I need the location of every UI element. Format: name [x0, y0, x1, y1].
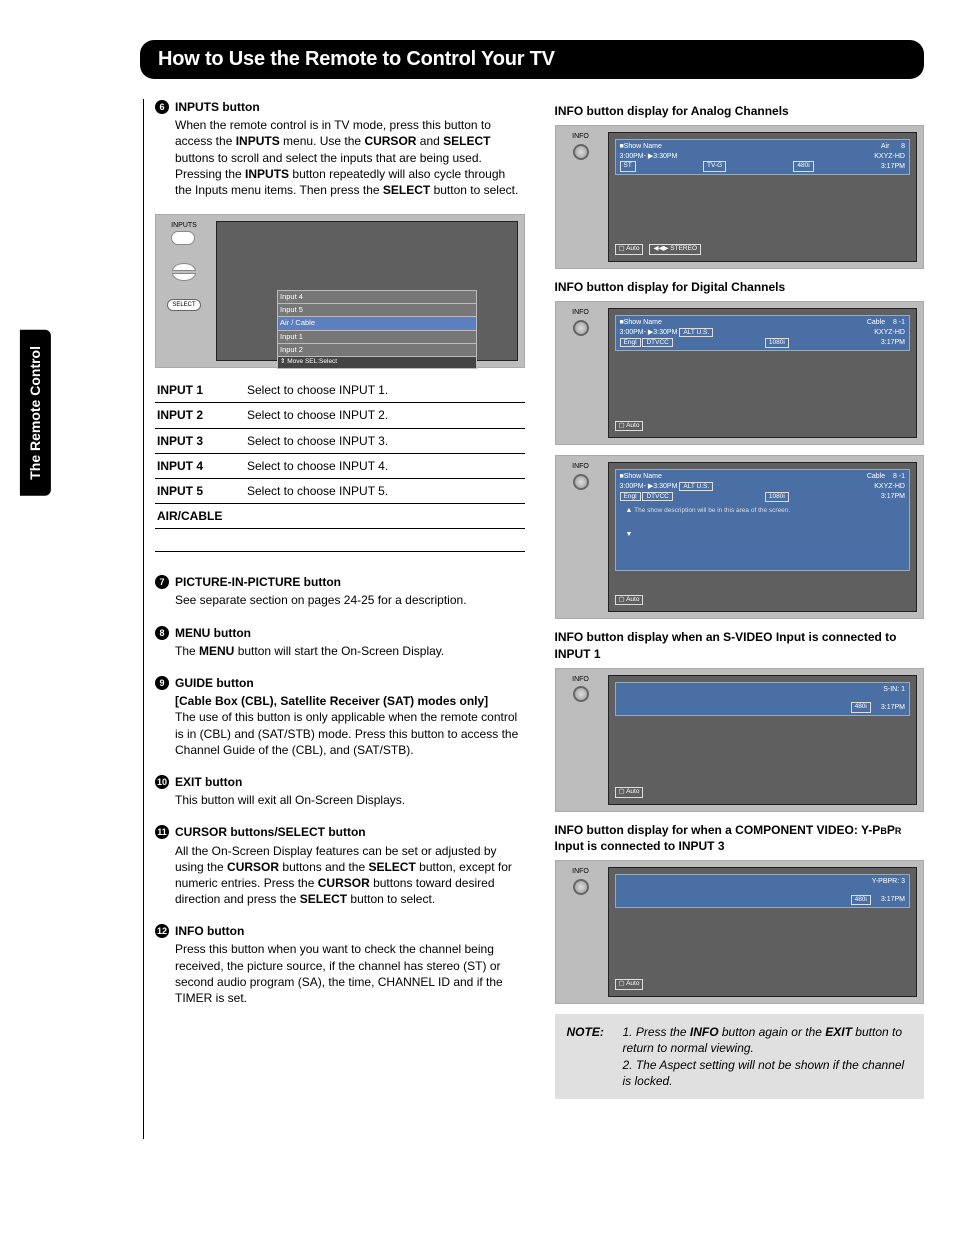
menu-head: MENU button — [175, 625, 251, 641]
pip-head: PICTURE-IN-PICTURE button — [175, 574, 341, 590]
bullet-6: 6 — [155, 100, 169, 114]
component-heading: INFO button display for when a COMPONENT… — [555, 822, 925, 854]
analog-info-diagram: INFO ■Show NameAir 8 3:00PM- ▶3:30PMKXYZ… — [555, 125, 925, 269]
inputs-head: INPUTS button — [175, 99, 260, 115]
page-title: How to Use the Remote to Control Your TV — [140, 40, 924, 79]
info-label: INFO — [562, 675, 600, 684]
bullet-8: 8 — [155, 626, 169, 640]
bullet-7: 7 — [155, 575, 169, 589]
table-row: INPUT 4Select to choose INPUT 4. — [155, 453, 525, 478]
digital-heading: INFO button display for Digital Channels — [555, 279, 925, 295]
info-button-icon — [573, 144, 589, 160]
table-row: INPUT 1Select to choose INPUT 1. — [155, 378, 525, 403]
digital-info-diagram-1: INFO ■Show NameCable 8 -1 3:00PM- ▶3:30P… — [555, 301, 925, 445]
table-row: INPUT 2Select to choose INPUT 2. — [155, 403, 525, 428]
inputs-remote-button — [171, 231, 195, 245]
info-label: INFO — [562, 308, 600, 317]
call-sign: KXYZ-HD — [874, 152, 905, 161]
cursor-head: CURSOR buttons/SELECT button — [175, 824, 366, 840]
inputs-osd-diagram: INPUTS SELECT Input 4 Input 5 Air / Cabl… — [155, 214, 525, 368]
side-tab: The Remote Control — [20, 330, 51, 496]
inputs-body: When the remote control is in TV mode, p… — [175, 117, 525, 198]
osd-item-selected: Air / Cable — [277, 316, 477, 329]
guide-body: The use of this button is only applicabl… — [175, 709, 525, 758]
note-1: 1. Press the INFO button again or the EX… — [623, 1024, 913, 1056]
note-label: NOTE: — [567, 1024, 623, 1089]
down-arrow-icon — [172, 273, 196, 281]
osd-item: Input 5 — [277, 303, 477, 316]
table-row: INPUT 3Select to choose INPUT 3. — [155, 428, 525, 453]
info-button-icon — [573, 320, 589, 336]
exit-body: This button will exit all On-Screen Disp… — [175, 792, 525, 808]
info-button-icon — [573, 474, 589, 490]
info-label: INFO — [562, 867, 600, 876]
inputs-label: INPUTS — [171, 221, 197, 230]
pip-body: See separate section on pages 24-25 for … — [175, 592, 525, 608]
info-button-icon — [573, 686, 589, 702]
osd-item: Input 1 — [277, 330, 477, 343]
bullet-9: 9 — [155, 676, 169, 690]
info-button-icon — [573, 879, 589, 895]
table-row: INPUT 5Select to choose INPUT 5. — [155, 478, 525, 503]
info-head: INFO button — [175, 923, 244, 939]
digital-info-diagram-2: INFO ■Show NameCable 8 -1 3:00PM- ▶3:30P… — [555, 455, 925, 619]
info-body: Press this button when you want to check… — [175, 941, 525, 1006]
bullet-10: 10 — [155, 775, 169, 789]
cursor-body: All the On-Screen Display features can b… — [175, 843, 525, 908]
component-info-diagram: INFO Y-PBPR: 3 480i3:17PM ▢ Auto — [555, 860, 925, 1004]
show-name: ■Show Name — [620, 142, 662, 151]
note-2: 2. The Aspect setting will not be shown … — [623, 1057, 913, 1089]
guide-head: GUIDE button — [175, 675, 254, 691]
exit-head: EXIT button — [175, 774, 242, 790]
select-remote-button: SELECT — [167, 299, 200, 311]
osd-footer: ⇕ Move SEL:Select — [277, 356, 477, 369]
arrow-buttons — [172, 263, 196, 281]
svideo-info-diagram: INFO S-IN: 1 480i3:17PM ▢ Auto — [555, 668, 925, 812]
info-label: INFO — [562, 462, 600, 471]
inputs-table: INPUT 1Select to choose INPUT 1. INPUT 2… — [155, 378, 525, 529]
info-label: INFO — [562, 132, 600, 141]
bullet-11: 11 — [155, 825, 169, 839]
analog-heading: INFO button display for Analog Channels — [555, 103, 925, 119]
up-arrow-icon — [172, 263, 196, 271]
guide-sub: [Cable Box (CBL), Satellite Receiver (SA… — [175, 693, 525, 709]
table-row: AIR/CABLE — [155, 504, 525, 529]
svideo-heading: INFO button display when an S-VIDEO Inpu… — [555, 629, 925, 661]
bullet-12: 12 — [155, 924, 169, 938]
osd-item: Input 4 — [277, 290, 477, 303]
menu-body: The MENU button will start the On-Screen… — [175, 643, 525, 659]
inputs-osd-screen: Input 4 Input 5 Air / Cable Input 1 Inpu… — [216, 221, 518, 361]
note-box: NOTE: 1. Press the INFO button again or … — [555, 1014, 925, 1099]
osd-item: Input 2 — [277, 343, 477, 356]
time-range: 3:00PM- ▶3:30PM — [620, 152, 678, 161]
